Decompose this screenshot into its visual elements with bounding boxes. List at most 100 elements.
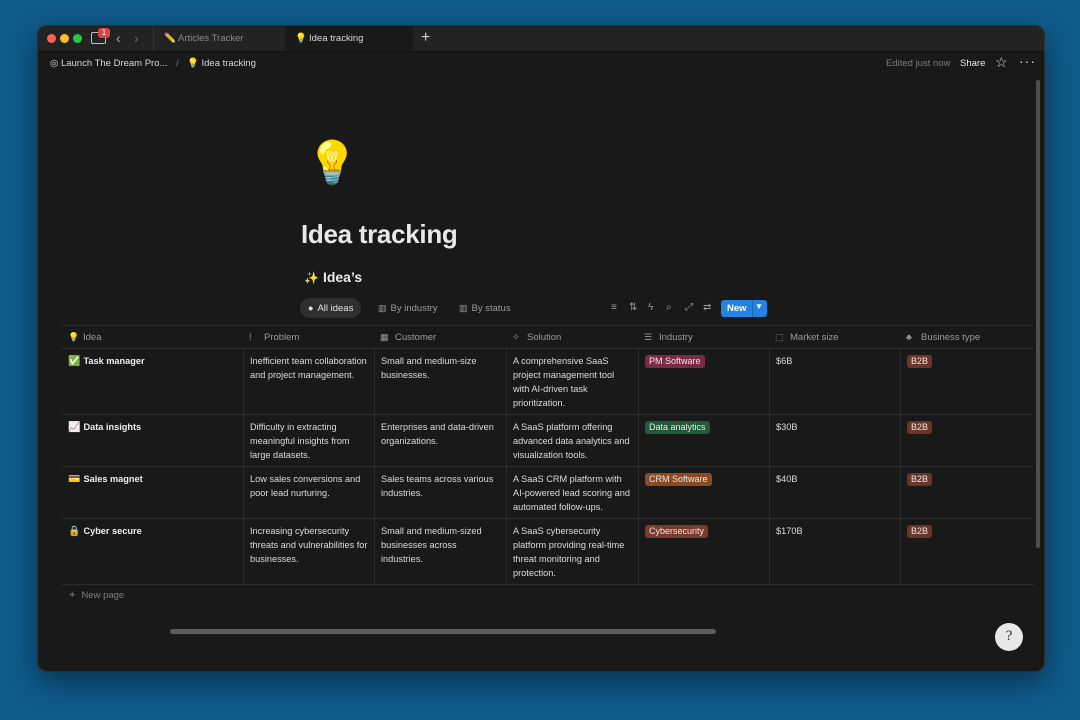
table-row[interactable]: ✅ Task manager Inefficient team collabora…: [62, 348, 1034, 415]
more-options-icon[interactable]: ···: [1019, 53, 1036, 69]
search-icon[interactable]: ⌕: [666, 302, 672, 313]
view-tab-by-industry[interactable]: ▥ By industry: [370, 298, 446, 318]
business-type-cell[interactable]: B2B: [900, 518, 1034, 584]
close-window-button[interactable]: [47, 34, 56, 43]
market-size-cell[interactable]: $40B: [769, 466, 900, 518]
page-icon[interactable]: 💡: [306, 138, 358, 188]
forward-arrow-icon[interactable]: ›: [134, 30, 139, 46]
minimize-window-button[interactable]: [60, 34, 69, 43]
problem-cell[interactable]: Inefficient team collaboration and proje…: [243, 348, 374, 414]
alert-icon: !: [249, 332, 252, 342]
industry-cell[interactable]: CRM Software: [638, 466, 769, 518]
column-label: Solution: [527, 332, 562, 343]
customer-cell[interactable]: Sales teams across various industries.: [374, 466, 506, 518]
idea-name-cell[interactable]: 📈 Data insights: [62, 414, 243, 466]
board-icon: ▥: [459, 303, 468, 313]
business-type-tag: B2B: [907, 525, 933, 538]
pencil-icon: ✏️: [164, 33, 176, 44]
industry-tag: PM Software: [645, 355, 705, 368]
table-row[interactable]: 📈 Data insights Difficulty in extracting …: [62, 414, 1034, 467]
market-size-cell[interactable]: $30B: [769, 414, 900, 466]
industry-cell[interactable]: PM Software: [638, 348, 769, 414]
idea-name: Cyber secure: [83, 526, 142, 536]
filter-icon[interactable]: ≡: [611, 302, 617, 313]
idea-name: Sales magnet: [83, 474, 143, 484]
new-button-label: New: [727, 303, 747, 314]
business-type-cell[interactable]: B2B: [900, 348, 1034, 414]
horizontal-scrollbar[interactable]: [170, 629, 716, 634]
lightbulb-icon: 💡: [295, 33, 307, 44]
column-header-market-size[interactable]: ⬚ Market size: [769, 326, 900, 348]
idea-name-cell[interactable]: ✅ Task manager: [62, 348, 243, 414]
column-header-problem[interactable]: ! Problem: [243, 326, 374, 348]
automation-bolt-icon[interactable]: ϟ: [648, 302, 653, 313]
vertical-scrollbar[interactable]: [1036, 80, 1040, 548]
market-size-cell[interactable]: $6B: [769, 348, 900, 414]
new-button[interactable]: New ▼: [721, 300, 767, 317]
market-size-cell[interactable]: $170B: [769, 518, 900, 584]
checkmark-icon: ✅: [68, 356, 81, 367]
business-type-tag: B2B: [907, 421, 933, 434]
column-label: Business type: [921, 332, 981, 343]
problem-cell[interactable]: Increasing cybersecurity threats and vul…: [243, 518, 374, 584]
column-header-customer[interactable]: ▦ Customer: [374, 326, 506, 348]
chevron-down-icon[interactable]: ▼: [755, 302, 763, 311]
table-row[interactable]: 🔒 Cyber secure Increasing cybersecurity t…: [62, 518, 1034, 585]
business-type-cell[interactable]: B2B: [900, 466, 1034, 518]
industry-tag: Data analytics: [645, 421, 710, 434]
column-label: Idea: [83, 332, 102, 343]
plus-icon: +: [69, 589, 76, 601]
industry-tag: Cybersecurity: [645, 525, 709, 538]
view-settings-icon[interactable]: ⇄: [703, 302, 711, 313]
problem-cell[interactable]: Low sales conversions and poor lead nurt…: [243, 466, 374, 518]
table-row[interactable]: 💳 Sales magnet Low sales conversions and …: [62, 466, 1034, 519]
back-arrow-icon[interactable]: ‹: [116, 30, 121, 46]
problem-cell[interactable]: Difficulty in extracting meaningful insi…: [243, 414, 374, 466]
idea-name-cell[interactable]: 💳 Sales magnet: [62, 466, 243, 518]
breadcrumb-page[interactable]: 💡 Idea tracking: [187, 58, 256, 69]
solution-cell[interactable]: A SaaS platform offering advanced data a…: [506, 414, 638, 466]
question-circle-icon: ●: [308, 303, 314, 313]
view-tab-by-status[interactable]: ▥ By status: [451, 298, 519, 318]
lightbulb-icon: 💡: [187, 58, 199, 69]
customer-cell[interactable]: Small and medium-size businesses.: [374, 348, 506, 414]
breadcrumb-workspace[interactable]: ◎ Launch The Dream Pro...: [50, 58, 167, 69]
view-label: By status: [471, 303, 511, 314]
business-type-cell[interactable]: B2B: [900, 414, 1034, 466]
table-header: 💡 Idea ! Problem ▦ Customer ✧ Solution ☰ Indu…: [62, 325, 1034, 349]
tab-idea-tracking[interactable]: 💡 Idea tracking: [285, 26, 413, 51]
expand-icon[interactable]: ⤢: [685, 302, 693, 313]
column-header-idea[interactable]: 💡 Idea: [62, 326, 243, 348]
idea-name: Task manager: [83, 356, 145, 366]
page-title[interactable]: Idea tracking: [301, 219, 458, 250]
solution-cell[interactable]: A comprehensive SaaS project management …: [506, 348, 638, 414]
sort-icon[interactable]: ⇅: [629, 302, 637, 313]
edited-status: Edited just now: [886, 58, 951, 69]
business-type-tag: B2B: [907, 355, 933, 368]
help-button[interactable]: ?: [995, 623, 1023, 651]
solution-cell[interactable]: A SaaS CRM platform with AI-powered lead…: [506, 466, 638, 518]
customer-cell[interactable]: Enterprises and data-driven organization…: [374, 414, 506, 466]
tab-articles-tracker[interactable]: ✏️ Articles Tracker: [153, 26, 285, 51]
maximize-window-button[interactable]: [73, 34, 82, 43]
column-header-solution[interactable]: ✧ Solution: [506, 326, 638, 348]
favorite-star-icon[interactable]: ☆: [995, 54, 1008, 71]
column-header-industry[interactable]: ☰ Industry: [638, 326, 769, 348]
column-header-business-type[interactable]: ♣ Business type: [900, 326, 1034, 348]
top-bar: ◎ Launch The Dream Pro... / 💡 Idea track…: [38, 52, 1044, 78]
new-page-button[interactable]: + New page: [69, 589, 124, 601]
idea-name-cell[interactable]: 🔒 Cyber secure: [62, 518, 243, 584]
new-tab-button[interactable]: +: [421, 29, 430, 47]
share-button[interactable]: Share: [960, 58, 985, 69]
sparkle-icon: ✨: [304, 271, 319, 285]
industry-cell[interactable]: Data analytics: [638, 414, 769, 466]
list-icon: ☰: [644, 332, 653, 342]
lightbulb-icon: 💡: [68, 332, 80, 342]
new-button-divider: [752, 300, 753, 317]
customer-cell[interactable]: Small and medium-sized businesses across…: [374, 518, 506, 584]
view-tab-all-ideas[interactable]: ● All ideas: [300, 298, 362, 318]
industry-cell[interactable]: Cybersecurity: [638, 518, 769, 584]
solution-cell[interactable]: A SaaS cybersecurity platform providing …: [506, 518, 638, 584]
database-title[interactable]: ✨ Idea’s: [304, 269, 362, 285]
shapes-icon: ♣: [906, 332, 912, 342]
